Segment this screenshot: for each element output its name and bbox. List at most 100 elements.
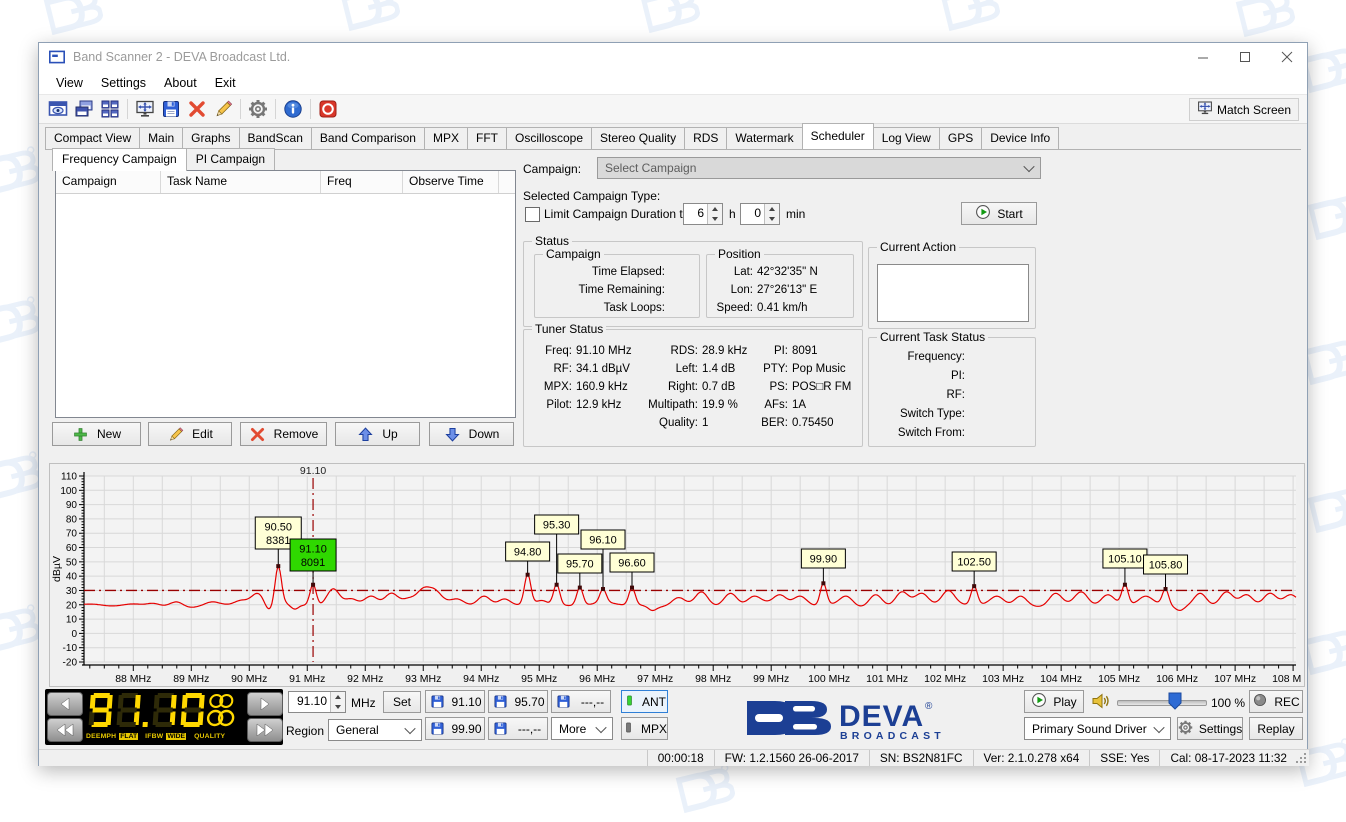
column-header-observe-time[interactable]: Observe Time bbox=[403, 171, 499, 193]
limit-duration-checkbox[interactable] bbox=[525, 207, 540, 222]
mpx-toggle-button[interactable]: MPX bbox=[621, 717, 668, 740]
maximize-button[interactable] bbox=[1225, 43, 1265, 71]
tab-watermark[interactable]: Watermark bbox=[726, 127, 802, 149]
tab-oscilloscope[interactable]: Oscilloscope bbox=[506, 127, 592, 149]
menu-item-view[interactable]: View bbox=[47, 73, 92, 93]
volume-slider-thumb[interactable] bbox=[1167, 691, 1183, 711]
column-header-campaign[interactable]: Campaign bbox=[56, 171, 161, 193]
chevron-down-icon bbox=[1023, 161, 1034, 172]
replay-button[interactable]: Replay bbox=[1249, 717, 1303, 740]
title-bar[interactable]: Band Scanner 2 - DEVA Broadcast Ltd. bbox=[39, 43, 1307, 71]
settings-icon bbox=[248, 99, 268, 119]
preset-button-2[interactable]: 95.70 bbox=[488, 690, 548, 713]
tab-main[interactable]: Main bbox=[139, 127, 183, 149]
preset-button-1[interactable]: 91.10 bbox=[425, 690, 485, 713]
station-marker[interactable]: 95.70 bbox=[558, 554, 602, 573]
task-list[interactable]: CampaignTask NameFreqObserve Time bbox=[55, 170, 516, 418]
frequency-spin-buttons[interactable] bbox=[330, 692, 345, 712]
more-presets-select[interactable]: More bbox=[551, 717, 613, 740]
selected-station-marker[interactable]: 91.108091 bbox=[290, 539, 336, 571]
minutes-stepper[interactable]: 0 bbox=[740, 203, 780, 225]
column-header-freq[interactable]: Freq bbox=[321, 171, 403, 193]
play-button[interactable]: Play bbox=[1024, 690, 1084, 713]
sound-driver-select[interactable]: Primary Sound Driver bbox=[1024, 717, 1171, 740]
column-header-task-name[interactable]: Task Name bbox=[161, 171, 321, 193]
toolbar-save-button[interactable] bbox=[158, 97, 184, 121]
mpx-button-label: MPX bbox=[641, 722, 667, 736]
toolbar-delete-button[interactable] bbox=[184, 97, 210, 121]
tab-stereo-quality[interactable]: Stereo Quality bbox=[591, 127, 685, 149]
tab-scheduler[interactable]: Scheduler bbox=[802, 123, 874, 149]
tab-device-info[interactable]: Device Info bbox=[981, 127, 1059, 149]
tuner-value: 160.9 kHz bbox=[576, 381, 640, 393]
minimize-button[interactable] bbox=[1183, 43, 1223, 71]
station-marker[interactable]: 105.10 bbox=[1103, 549, 1147, 568]
status-legend: Status bbox=[532, 234, 572, 248]
status-bar: 00:00:18FW: 1.2.1560 26-06-2017SN: BS2N8… bbox=[39, 749, 1309, 766]
spectrum-chart-panel[interactable]: -20-100102030405060708090100110dBµV88 MH… bbox=[49, 463, 1305, 687]
volume-slider-track[interactable] bbox=[1117, 700, 1207, 706]
statusbar-version: Ver: 2.1.0.278 x64 bbox=[973, 750, 1090, 766]
toolbar-info-button[interactable] bbox=[280, 97, 306, 121]
edit-button[interactable]: Edit bbox=[148, 422, 232, 446]
close-button[interactable] bbox=[1267, 43, 1307, 71]
toolbar-edit-button[interactable] bbox=[210, 97, 236, 121]
svg-text:91.10: 91.10 bbox=[300, 465, 326, 477]
tune-up-button[interactable] bbox=[247, 692, 283, 716]
chevron-down-icon bbox=[1153, 721, 1164, 732]
toolbar-preview-button[interactable] bbox=[45, 97, 71, 121]
start-button[interactable]: Start bbox=[961, 202, 1037, 225]
toolbar-settings-button[interactable] bbox=[245, 97, 271, 121]
menu-item-exit[interactable]: Exit bbox=[206, 73, 245, 93]
status-row: Task Loops: bbox=[539, 299, 665, 317]
station-marker[interactable]: 96.60 bbox=[610, 553, 654, 572]
toolbar-power-button[interactable] bbox=[315, 97, 341, 121]
new-button[interactable]: New bbox=[52, 422, 141, 446]
toolbar-cascade-windows-button[interactable] bbox=[71, 97, 97, 121]
tab-fft[interactable]: FFT bbox=[467, 127, 507, 149]
tab-log-view[interactable]: Log View bbox=[873, 127, 940, 149]
minutes-spin-buttons[interactable] bbox=[764, 204, 779, 224]
tune-down-button[interactable] bbox=[47, 692, 83, 716]
svg-text:90 MHz: 90 MHz bbox=[231, 673, 267, 684]
delete-icon bbox=[187, 99, 207, 119]
rec-button[interactable]: REC bbox=[1249, 690, 1303, 713]
frequency-stepper[interactable]: 91.10 bbox=[288, 691, 346, 713]
tab-compact-view[interactable]: Compact View bbox=[45, 127, 140, 149]
menu-item-about[interactable]: About bbox=[155, 73, 206, 93]
ant-toggle-button[interactable]: ANT bbox=[621, 690, 668, 713]
position-legend: Position bbox=[715, 247, 764, 261]
subtab-frequency-campaign[interactable]: Frequency Campaign bbox=[52, 148, 187, 171]
tab-rds[interactable]: RDS bbox=[684, 127, 727, 149]
remove-button[interactable]: Remove bbox=[240, 422, 327, 446]
seek-up-button[interactable] bbox=[247, 718, 283, 742]
campaign-select[interactable]: Select Campaign bbox=[597, 157, 1041, 179]
toolbar-tile-windows-button[interactable] bbox=[97, 97, 123, 121]
tab-graphs[interactable]: Graphs bbox=[182, 127, 239, 149]
tab-gps[interactable]: GPS bbox=[939, 127, 982, 149]
station-marker[interactable]: 99.90 bbox=[801, 549, 845, 568]
set-frequency-button[interactable]: Set bbox=[383, 691, 421, 713]
region-select[interactable]: General bbox=[328, 719, 422, 741]
hours-stepper[interactable]: 6 bbox=[683, 203, 723, 225]
tab-band-comparison[interactable]: Band Comparison bbox=[311, 127, 425, 149]
preset-button-3[interactable]: ---,-- bbox=[551, 690, 611, 713]
up-button[interactable]: Up bbox=[335, 422, 420, 446]
station-marker[interactable]: 95.30 bbox=[535, 515, 579, 534]
toolbar-match-screen-button[interactable] bbox=[132, 97, 158, 121]
match-screen-button[interactable]: Match Screen bbox=[1189, 98, 1299, 121]
down-button[interactable]: Down bbox=[429, 422, 514, 446]
settings-button[interactable]: Settings bbox=[1177, 717, 1243, 740]
menu-item-settings[interactable]: Settings bbox=[92, 73, 155, 93]
subtab-pi-campaign[interactable]: PI Campaign bbox=[186, 148, 275, 171]
preset-button-4[interactable]: 99.90 bbox=[425, 717, 485, 740]
seek-down-button[interactable] bbox=[47, 718, 83, 742]
tab-bandscan[interactable]: BandScan bbox=[239, 127, 312, 149]
hours-spin-buttons[interactable] bbox=[707, 204, 722, 224]
station-marker[interactable]: 94.80 bbox=[506, 542, 550, 561]
preset-button-5[interactable]: ---,-- bbox=[488, 717, 548, 740]
station-marker[interactable]: 105.80 bbox=[1144, 555, 1188, 574]
station-marker[interactable]: 96.10 bbox=[581, 530, 625, 549]
tab-mpx[interactable]: MPX bbox=[424, 127, 468, 149]
station-marker[interactable]: 102.50 bbox=[952, 552, 996, 571]
